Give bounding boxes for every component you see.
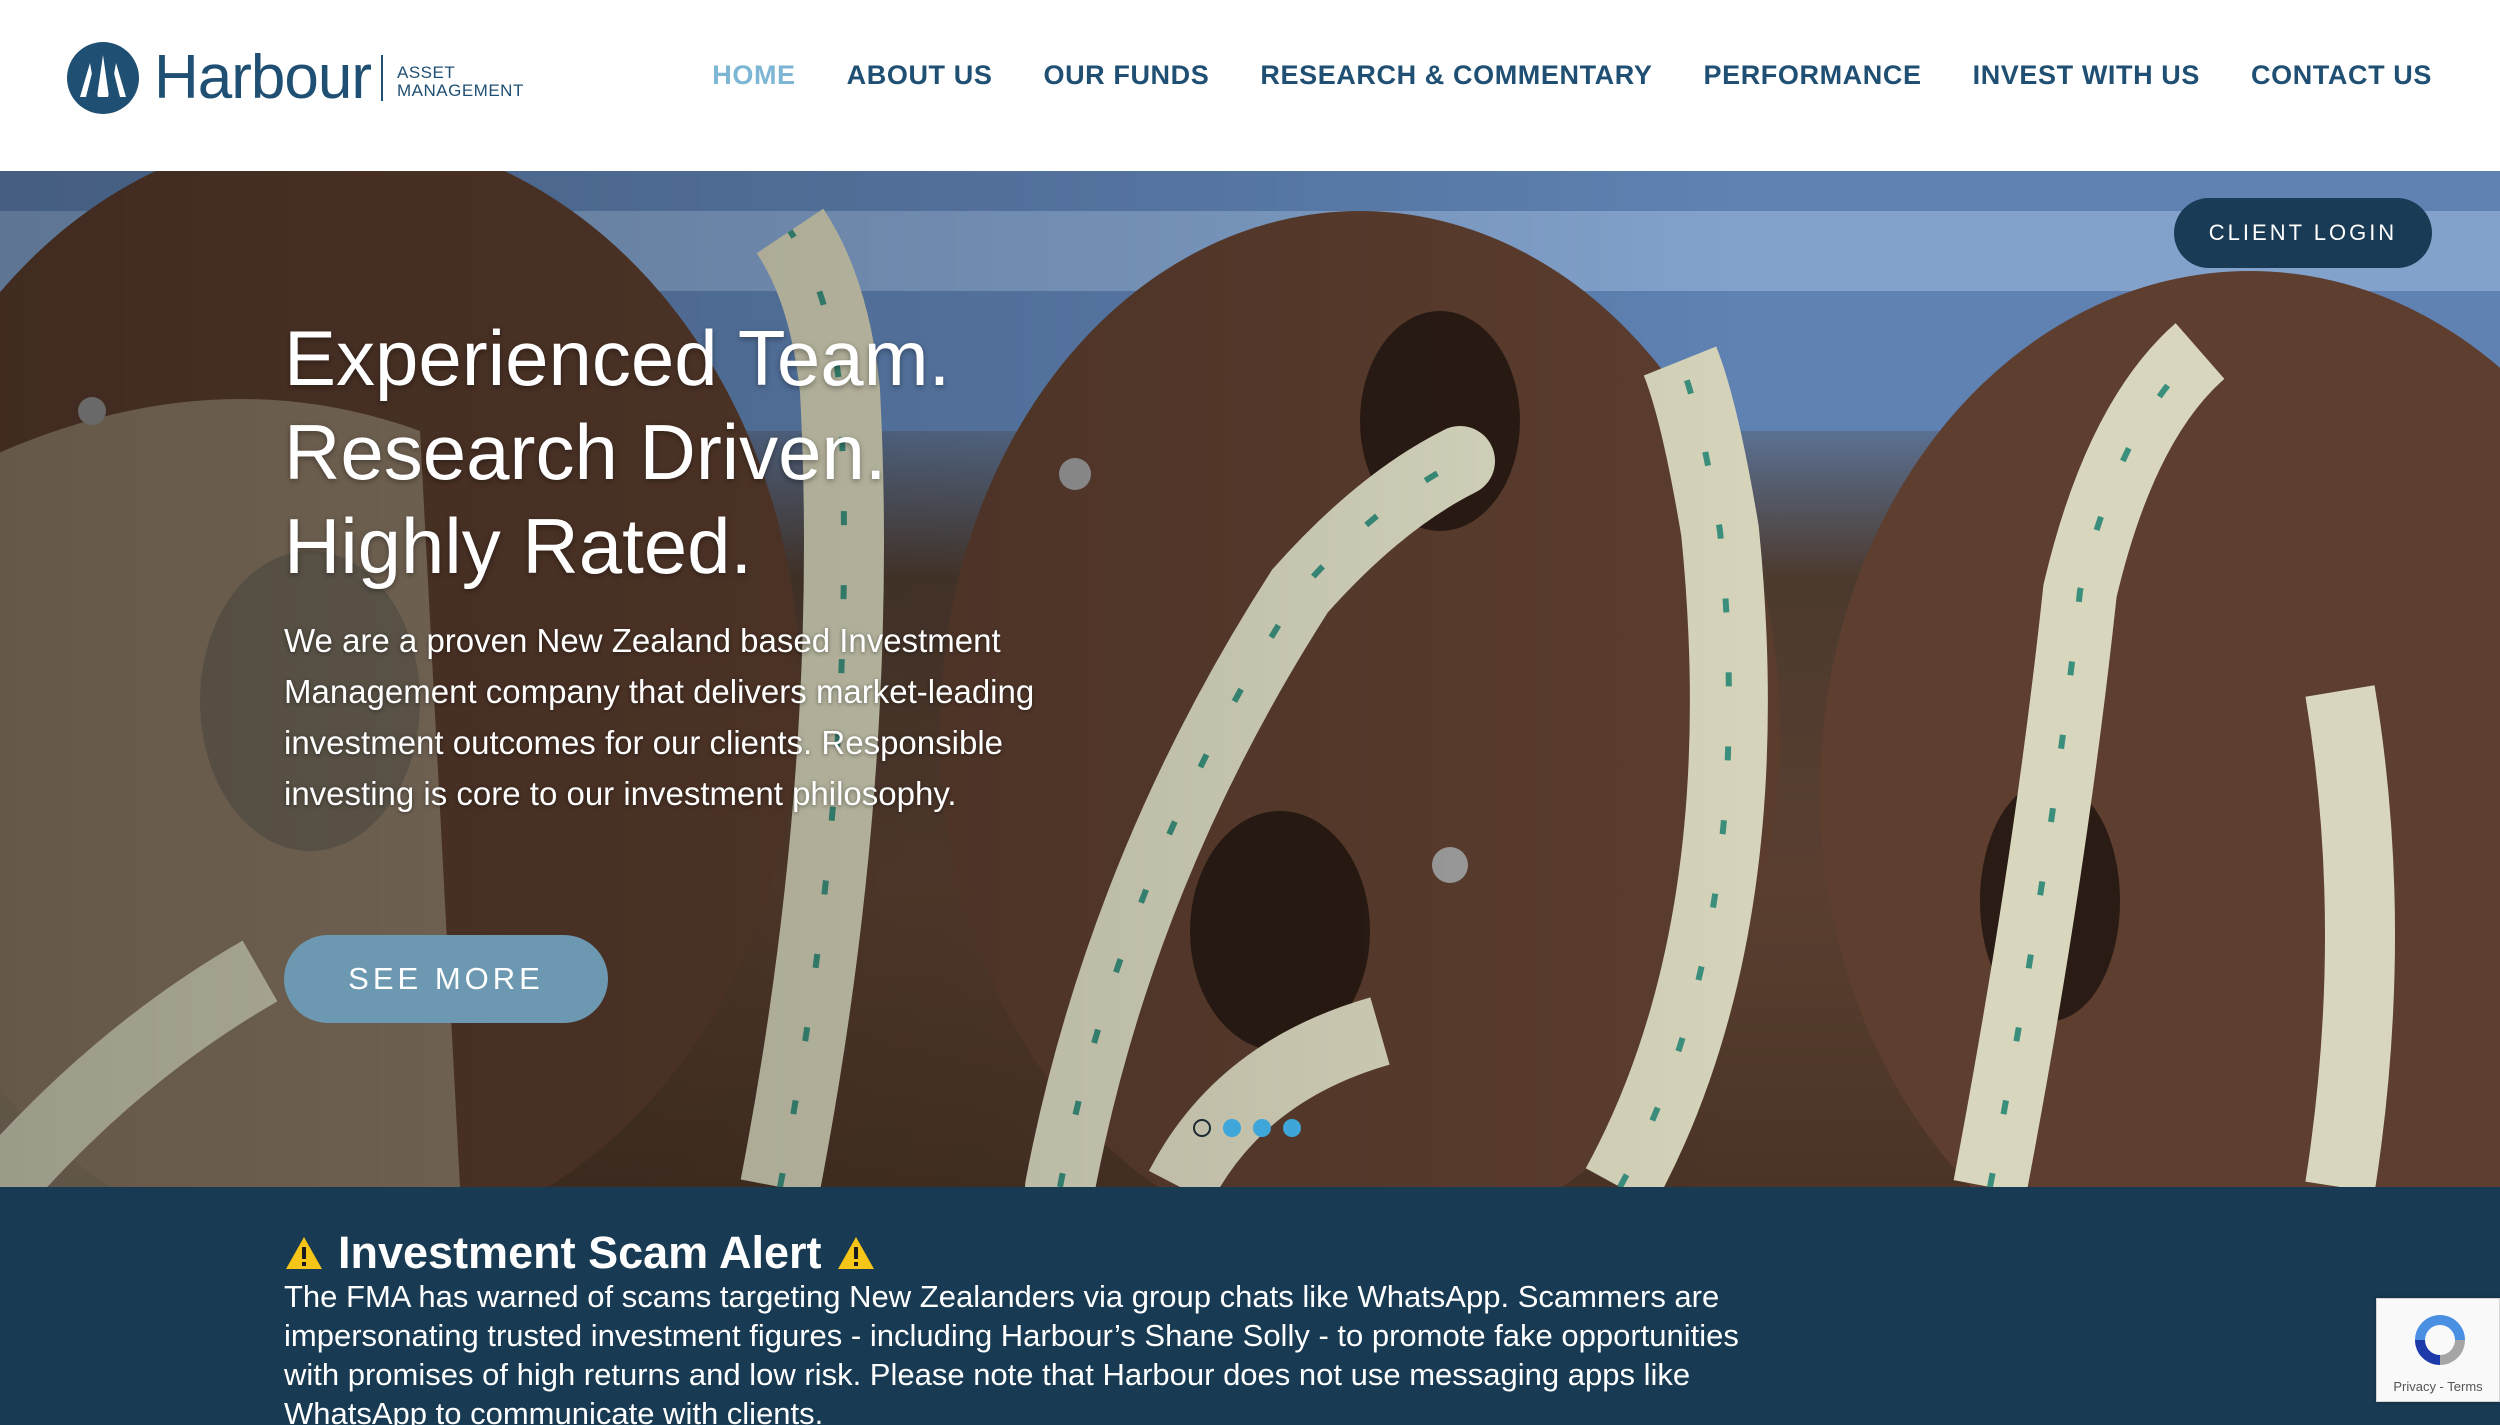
carousel-dot-2[interactable]: [1223, 1119, 1241, 1137]
hero-headline-line3: Highly Rated.: [284, 502, 753, 590]
main-nav: HOME ABOUT US OUR FUNDS RESEARCH & COMME…: [712, 60, 2432, 91]
hero-description: We are a proven New Zealand based Invest…: [284, 622, 1035, 812]
alert-title-text: Investment Scam Alert: [338, 1227, 822, 1278]
hero-text-block: Experienced Team. Research Driven. Highl…: [284, 311, 1084, 819]
nav-our-funds[interactable]: OUR FUNDS: [1043, 60, 1209, 91]
warning-triangle-icon: [286, 1237, 322, 1269]
nav-about-us[interactable]: ABOUT US: [847, 60, 993, 91]
hero-headline-line1: Experienced Team.: [284, 314, 951, 402]
harbour-logo[interactable]: Harbour ASSET MANAGEMENT: [66, 38, 524, 118]
warning-triangle-icon: [837, 1237, 874, 1269]
scam-alert-banner: Investment Scam Alert The FMA has warned…: [0, 1187, 2500, 1425]
nav-performance[interactable]: PERFORMANCE: [1703, 60, 1921, 91]
recaptcha-badge[interactable]: Privacy - Terms: [2376, 1298, 2500, 1402]
see-more-button[interactable]: SEE MORE: [284, 935, 608, 1023]
logo-subtitle: ASSET MANAGEMENT: [397, 64, 524, 100]
logo-subtitle-line2: MANAGEMENT: [397, 81, 524, 100]
carousel-dot-1[interactable]: [1193, 1119, 1211, 1137]
site-header: Harbour ASSET MANAGEMENT HOME ABOUT US O…: [0, 0, 2500, 171]
nav-contact-us[interactable]: CONTACT US: [2251, 60, 2432, 91]
logo-subtitle-line1: ASSET: [397, 63, 456, 82]
nav-research-commentary[interactable]: RESEARCH & COMMENTARY: [1260, 60, 1652, 91]
alert-body: The FMA has warned of scams targeting Ne…: [284, 1279, 1739, 1425]
carousel-dot-3[interactable]: [1253, 1119, 1271, 1137]
sails-circle-icon: [67, 42, 139, 114]
alert-title: Investment Scam Alert: [284, 1227, 876, 1279]
nav-home[interactable]: HOME: [712, 60, 795, 91]
hero-slider: CLIENT LOGIN Experienced Team. Research …: [0, 171, 2500, 1187]
recaptcha-icon: [2415, 1315, 2465, 1365]
recaptcha-links[interactable]: Privacy - Terms: [2377, 1379, 2499, 1394]
nav-invest-with-us[interactable]: INVEST WITH US: [1973, 60, 2200, 91]
hero-headline-line2: Research Driven.: [284, 408, 887, 496]
logo-wordmark: Harbour: [154, 43, 372, 112]
carousel-dots: [1193, 1119, 1301, 1137]
carousel-dot-4[interactable]: [1283, 1119, 1301, 1137]
hero-headline: Experienced Team. Research Driven. Highl…: [284, 311, 1084, 593]
client-login-button[interactable]: CLIENT LOGIN: [2174, 198, 2432, 268]
logo-divider: [381, 55, 383, 101]
